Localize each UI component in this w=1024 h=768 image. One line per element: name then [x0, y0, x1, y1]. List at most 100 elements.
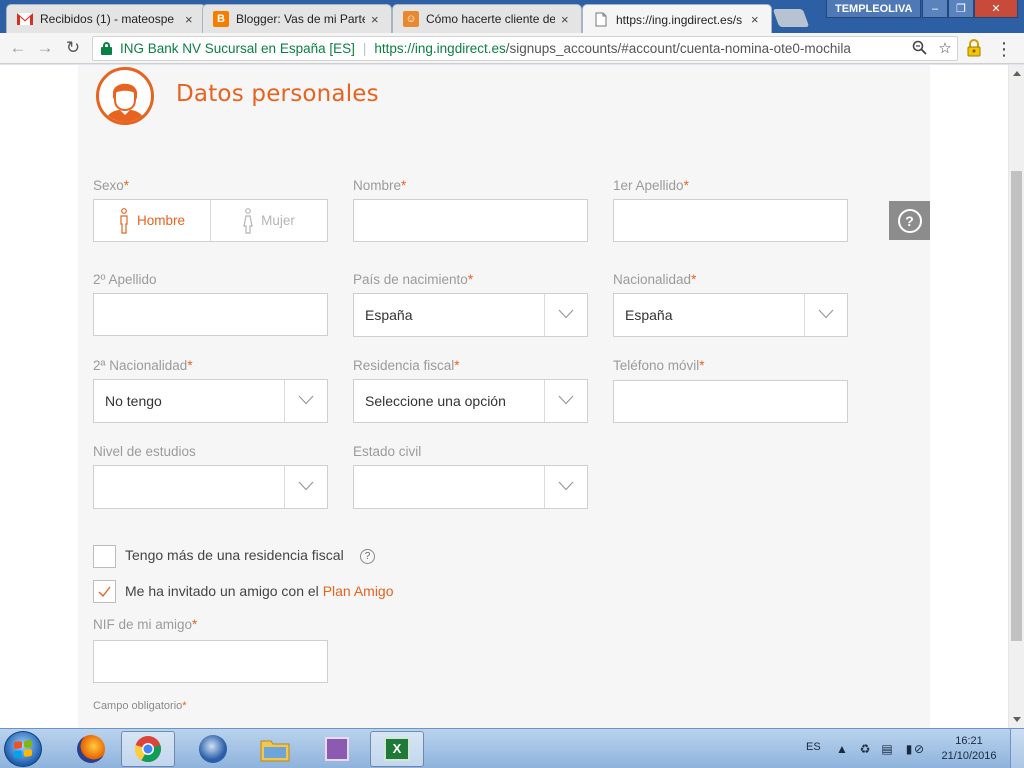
friend-invite-checkbox[interactable] — [93, 580, 116, 603]
estado-civil-select[interactable] — [353, 465, 588, 509]
section-title: Datos personales — [176, 81, 379, 107]
gmail-icon — [17, 11, 33, 27]
zoom-icon[interactable] — [911, 40, 927, 60]
nacionalidad-select[interactable]: España — [613, 293, 848, 337]
taskbar-thunderbird[interactable] — [186, 731, 240, 767]
scroll-thumb[interactable] — [1011, 171, 1022, 641]
label-pais-nacimiento: País de nacimiento* — [353, 272, 474, 287]
pais-nacimiento-select[interactable]: España — [353, 293, 588, 337]
url-separator: | — [362, 41, 367, 56]
bookmark-star-icon[interactable]: ☆ — [937, 40, 953, 60]
nif-amigo-input[interactable] — [93, 640, 328, 683]
tab-gmail[interactable]: Recibidos (1) - mateospe × — [6, 4, 206, 33]
select-value: España — [625, 307, 673, 323]
tab-web[interactable]: ☺ Cómo hacerte cliente de × — [392, 4, 582, 33]
browser-tab-strip: Recibidos (1) - mateospe × B Blogger: Va… — [0, 0, 1024, 34]
scroll-down-icon[interactable] — [1013, 717, 1021, 722]
taskbar-firefox[interactable] — [64, 731, 118, 767]
estudios-select[interactable] — [93, 465, 328, 509]
extension-lock-icon[interactable] — [965, 38, 983, 58]
web-icon: ☺ — [403, 11, 419, 27]
scroll-up-icon[interactable] — [1013, 71, 1021, 76]
tab-ing-active[interactable]: https://ing.ingdirect.es/s × — [582, 4, 772, 34]
taskbar-excel[interactable]: X — [370, 731, 424, 767]
nombre-input[interactable] — [353, 199, 588, 242]
female-figure-icon — [243, 207, 253, 234]
multi-residence-label: Tengo más de una residencia fiscal — [125, 547, 344, 563]
tab-close-icon[interactable]: × — [751, 13, 763, 26]
help-circle-icon[interactable]: ? — [360, 549, 375, 564]
tab-title: Blogger: Vas de mi Parte — [236, 12, 365, 26]
tray-network-icon[interactable]: ▤ — [880, 742, 894, 756]
telefono-input[interactable] — [613, 380, 848, 423]
window-controls: – ❐ ✕ — [922, 0, 1018, 18]
tray-volume-muted-icon[interactable]: ⊘ — [912, 742, 926, 756]
tab-close-icon[interactable]: × — [371, 13, 383, 26]
checkmark-icon — [98, 586, 111, 598]
url-path: /signups_accounts/#account/cuenta-nomina… — [505, 41, 851, 56]
tray-expand-icon[interactable]: ▲ — [835, 742, 849, 756]
label-estudios: Nivel de estudios — [93, 444, 196, 459]
browser-toolbar: ← → ↻ ING Bank NV Sucursal en España [ES… — [0, 33, 1024, 64]
lock-icon — [101, 42, 112, 55]
gender-option-male[interactable]: Hombre — [94, 200, 211, 241]
residencia-fiscal-select[interactable]: Seleccione una opción — [353, 379, 588, 423]
label-estado-civil: Estado civil — [353, 444, 422, 459]
chevron-down-icon — [298, 481, 314, 491]
show-desktop-button[interactable] — [1010, 729, 1024, 768]
nacionalidad2-select[interactable]: No tengo — [93, 379, 328, 423]
tab-title: https://ing.ingdirect.es/s — [616, 12, 743, 27]
select-value: No tengo — [105, 393, 162, 409]
help-side-button[interactable]: ? — [889, 201, 930, 240]
apellido2-input[interactable] — [93, 293, 328, 336]
tray-sync-icon[interactable]: ♻ — [858, 742, 872, 756]
minimize-icon[interactable]: – — [922, 0, 948, 18]
clock-date: 21/10/2016 — [941, 750, 997, 762]
label-residencia-fiscal: Residencia fiscal* — [353, 358, 460, 373]
multi-residence-checkbox[interactable] — [93, 545, 116, 568]
page-viewport: Datos personales Sexo* Hombre Mujer Nomb… — [0, 65, 1008, 728]
windows-taskbar: X ES ▲ ♻ ▤ ▮ ⊘ 16:21 21/10/2016 — [0, 728, 1024, 768]
label-nombre: Nombre* — [353, 178, 407, 193]
select-value: Seleccione una opción — [365, 393, 506, 409]
chrome-icon — [134, 736, 161, 763]
label-sexo: Sexo* — [93, 178, 130, 193]
ev-certificate-name: ING Bank NV Sucursal en España [ES] — [120, 41, 355, 56]
tab-title: Cómo hacerte cliente de — [426, 12, 555, 26]
taskbar-app-purple[interactable] — [310, 731, 364, 767]
back-arrow-icon[interactable]: ← — [8, 38, 28, 58]
plan-amigo-link[interactable]: Plan Amigo — [323, 583, 394, 599]
forward-arrow-icon[interactable]: → — [35, 38, 55, 58]
start-button[interactable] — [4, 731, 42, 767]
friend-invite-label: Me ha invitado un amigo con el Plan Amig… — [125, 583, 394, 599]
label-nacionalidad: Nacionalidad* — [613, 272, 697, 287]
system-clock[interactable]: 16:21 21/10/2016 — [936, 734, 1002, 764]
browser-menu-icon[interactable]: ⋮ — [994, 39, 1014, 59]
new-tab-button[interactable] — [772, 9, 810, 27]
tab-close-icon[interactable]: × — [185, 13, 197, 26]
address-bar[interactable]: ING Bank NV Sucursal en España [ES] | ht… — [92, 36, 958, 61]
tab-blogger[interactable]: B Blogger: Vas de mi Parte × — [202, 4, 392, 33]
taskbar-explorer[interactable] — [248, 731, 302, 767]
window-close-icon[interactable]: ✕ — [974, 0, 1018, 18]
folder-icon — [260, 740, 290, 762]
chevron-down-icon — [818, 309, 834, 319]
taskbar-chrome[interactable] — [121, 731, 175, 767]
page-icon — [593, 12, 609, 28]
reload-icon[interactable]: ↻ — [63, 38, 83, 58]
apellido1-input[interactable] — [613, 199, 848, 242]
user-avatar-icon — [96, 67, 154, 125]
profile-name[interactable]: TEMPLEOLIVA — [826, 0, 922, 18]
restore-icon[interactable]: ❐ — [948, 0, 974, 18]
page-scrollbar[interactable] — [1008, 65, 1024, 728]
thunderbird-icon — [199, 735, 227, 763]
tab-close-icon[interactable]: × — [561, 13, 573, 26]
clock-time: 16:21 — [955, 735, 983, 747]
gender-option-female[interactable]: Mujer — [211, 200, 327, 241]
label-apellido2: 2º Apellido — [93, 272, 157, 287]
language-indicator[interactable]: ES — [806, 741, 821, 753]
required-footnote: Campo obligatorio* — [93, 700, 187, 712]
blogger-icon: B — [213, 11, 229, 27]
chevron-down-icon — [558, 481, 574, 491]
gender-selector: Hombre Mujer — [93, 199, 328, 242]
